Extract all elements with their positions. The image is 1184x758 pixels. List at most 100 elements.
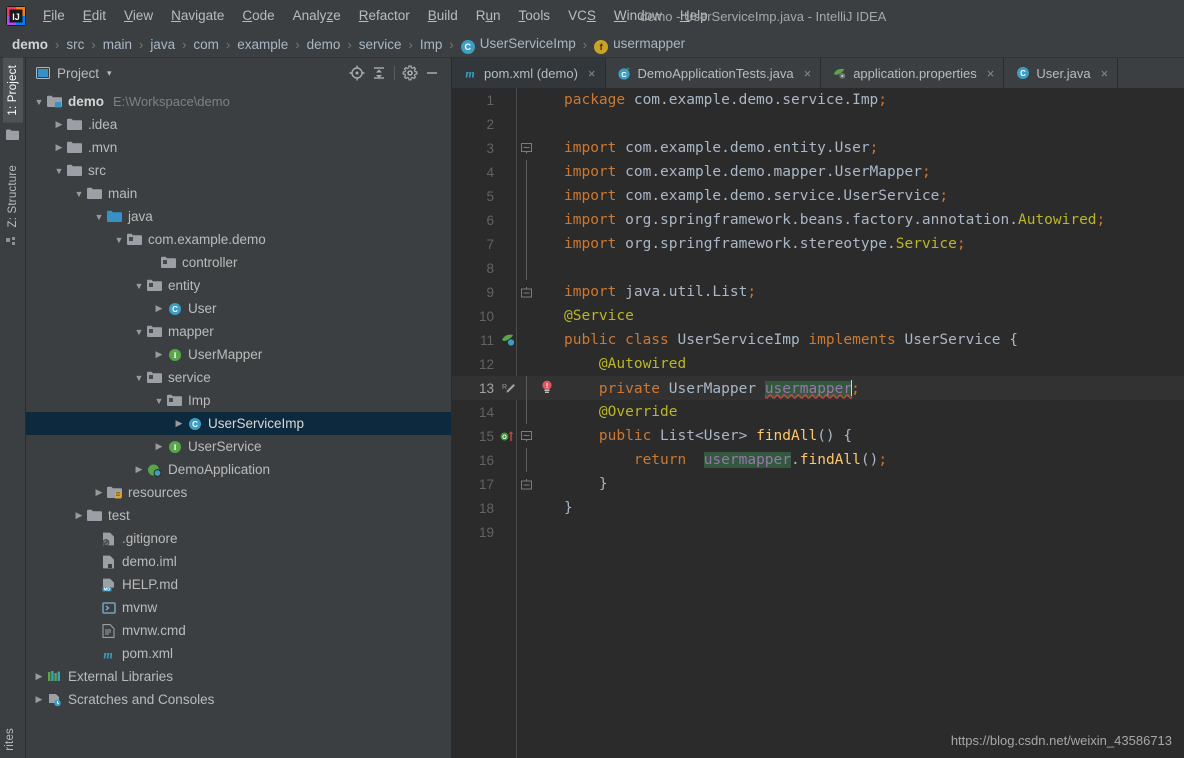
menu-edit[interactable]: Edit <box>74 5 115 27</box>
tree-node-gitignore[interactable]: ▶ .gitignore <box>26 527 451 550</box>
fold-expand-icon[interactable] <box>516 280 536 304</box>
chevron-down-icon[interactable]: ▼ <box>152 396 166 406</box>
chevron-down-icon[interactable]: ▼ <box>92 212 106 222</box>
tree-node-mvnw-cmd[interactable]: ▶ mvnw.cmd <box>26 619 451 642</box>
code-line[interactable]: 18 } <box>452 496 1184 520</box>
chevron-right-icon[interactable]: ▶ <box>32 694 46 705</box>
fold-collapse-icon[interactable] <box>516 424 536 448</box>
tree-node-usermapper-interface[interactable]: ▶ I UserMapper <box>26 343 451 366</box>
chevron-down-icon[interactable]: ▼ <box>132 281 146 291</box>
tree-node-demo-iml[interactable]: ▶ demo.iml <box>26 550 451 573</box>
tree-node-service[interactable]: ▼ service <box>26 366 451 389</box>
tree-node-pom-xml[interactable]: ▶ m pom.xml <box>26 642 451 665</box>
menu-refactor[interactable]: Refactor <box>350 5 419 27</box>
tree-node-mvnw[interactable]: ▶ mvnw <box>26 596 451 619</box>
editor-tab-pom-xml[interactable]: m pom.xml (demo) × <box>452 58 606 88</box>
editor-tab-application-properties[interactable]: application.properties × <box>821 58 1005 88</box>
chevron-right-icon[interactable]: ▶ <box>52 119 66 130</box>
tree-node-help-md[interactable]: ▶ MD HELP.md <box>26 573 451 596</box>
code-line[interactable]: 12 @Autowired <box>452 352 1184 376</box>
tree-node-test[interactable]: ▶ test <box>26 504 451 527</box>
tool-tab-favorites[interactable]: rites <box>0 721 20 758</box>
code-line[interactable]: 16 return usermapper.findAll(); <box>452 448 1184 472</box>
rename-refactor-icon[interactable]: R <box>500 381 516 395</box>
code-line[interactable]: 14 @Override <box>452 400 1184 424</box>
tree-node-scratches-and-consoles[interactable]: ▶ Scratches and Consoles <box>26 688 451 711</box>
menu-window[interactable]: Window <box>605 5 671 27</box>
menu-help[interactable]: Help <box>671 5 717 27</box>
collapse-all-icon[interactable] <box>368 62 390 84</box>
code-line[interactable]: 4 import com.example.demo.mapper.UserMap… <box>452 160 1184 184</box>
menu-run[interactable]: Run <box>467 5 510 27</box>
tree-node-demo[interactable]: ▼ demo E:\Workspace\demo <box>26 90 451 113</box>
menu-code[interactable]: Code <box>233 5 283 27</box>
code-editor[interactable]: 1 package com.example.demo.service.Imp; … <box>452 88 1184 758</box>
close-icon[interactable]: × <box>588 66 596 81</box>
tree-node-java[interactable]: ▼ java <box>26 205 451 228</box>
breadcrumb-item-example[interactable]: example <box>237 37 288 52</box>
chevron-down-icon[interactable]: ▾ <box>107 68 112 79</box>
chevron-down-icon[interactable]: ▼ <box>132 327 146 337</box>
code-line[interactable]: 15 O public List<User> findAll() { <box>452 424 1184 448</box>
tree-node-external-libraries[interactable]: ▶ External Libraries <box>26 665 451 688</box>
tree-node-userserviceimp[interactable]: ▶ C UserServiceImp <box>26 412 451 435</box>
tree-node-main[interactable]: ▼ main <box>26 182 451 205</box>
fold-collapse-icon[interactable] <box>516 136 536 160</box>
menu-build[interactable]: Build <box>419 5 467 27</box>
code-line[interactable]: 1 package com.example.demo.service.Imp; <box>452 88 1184 112</box>
breadcrumb-item-usermapper[interactable]: f usermapper <box>594 36 685 54</box>
chevron-right-icon[interactable]: ▶ <box>152 441 166 452</box>
breadcrumb-item-demo[interactable]: demo <box>12 37 48 52</box>
chevron-right-icon[interactable]: ▶ <box>152 303 166 314</box>
breadcrumb-item-imp[interactable]: Imp <box>420 37 443 52</box>
error-bulb-icon[interactable]: ! <box>536 380 558 396</box>
menu-navigate[interactable]: Navigate <box>162 5 233 27</box>
code-line[interactable]: 19 <box>452 520 1184 544</box>
menu-analyze[interactable]: Analyze <box>284 5 350 27</box>
tree-node-demoapplication[interactable]: ▶ DemoApplication <box>26 458 451 481</box>
chevron-right-icon[interactable]: ▶ <box>132 464 146 475</box>
tree-node-resources[interactable]: ▶ resources <box>26 481 451 504</box>
tool-tab-structure[interactable]: Z: Structure <box>3 158 23 234</box>
code-line[interactable]: 5 import com.example.demo.service.UserSe… <box>452 184 1184 208</box>
breadcrumb-item-main[interactable]: main <box>103 37 132 52</box>
code-line[interactable]: 7 import org.springframework.stereotype.… <box>452 232 1184 256</box>
chevron-right-icon[interactable]: ▶ <box>152 349 166 360</box>
close-icon[interactable]: × <box>987 66 995 81</box>
tree-node-imp[interactable]: ▼ Imp <box>26 389 451 412</box>
chevron-right-icon[interactable]: ▶ <box>72 510 86 521</box>
project-tree[interactable]: ▼ demo E:\Workspace\demo ▶ .idea ▶ .mvn <box>26 88 451 758</box>
breadcrumb-item-userserviceimp[interactable]: C UserServiceImp <box>460 36 576 54</box>
breadcrumb-item-src[interactable]: src <box>66 37 84 52</box>
chevron-down-icon[interactable]: ▼ <box>72 189 86 199</box>
tree-node-idea[interactable]: ▶ .idea <box>26 113 451 136</box>
editor-tab-demoapplicationtests[interactable]: C DemoApplicationTests.java × <box>606 58 822 88</box>
code-line[interactable]: 6 import org.springframework.beans.facto… <box>452 208 1184 232</box>
chevron-down-icon[interactable]: ▼ <box>52 166 66 176</box>
code-line[interactable]: 17 } <box>452 472 1184 496</box>
implements-method-icon[interactable]: O <box>500 429 516 443</box>
spring-bean-icon[interactable] <box>500 333 516 347</box>
chevron-right-icon[interactable]: ▶ <box>32 671 46 682</box>
code-line[interactable]: 8 <box>452 256 1184 280</box>
editor-tab-user-java[interactable]: C User.java × <box>1004 58 1119 88</box>
breadcrumb-item-com[interactable]: com <box>193 37 219 52</box>
menu-vcs[interactable]: VCS <box>559 5 605 27</box>
fold-expand-icon[interactable] <box>516 472 536 496</box>
gear-icon[interactable] <box>399 62 421 84</box>
chevron-right-icon[interactable]: ▶ <box>92 487 106 498</box>
tree-node-entity[interactable]: ▼ entity <box>26 274 451 297</box>
chevron-down-icon[interactable]: ▼ <box>132 373 146 383</box>
tree-node-controller[interactable]: ▶ controller <box>26 251 451 274</box>
chevron-down-icon[interactable]: ▼ <box>112 235 126 245</box>
tool-tab-project[interactable]: 1: Project <box>2 58 23 123</box>
tree-node-user-class[interactable]: ▶ C User <box>26 297 451 320</box>
minimize-icon[interactable] <box>421 62 443 84</box>
tree-node-mapper[interactable]: ▼ mapper <box>26 320 451 343</box>
breadcrumb-item-java[interactable]: java <box>150 37 175 52</box>
code-line-current[interactable]: 13 R ! private UserMapper usermapper; <box>452 376 1184 400</box>
scroll-from-source-icon[interactable] <box>346 62 368 84</box>
breadcrumb-item-service[interactable]: service <box>359 37 402 52</box>
close-icon[interactable]: × <box>1101 66 1109 81</box>
chevron-right-icon[interactable]: ▶ <box>52 142 66 153</box>
